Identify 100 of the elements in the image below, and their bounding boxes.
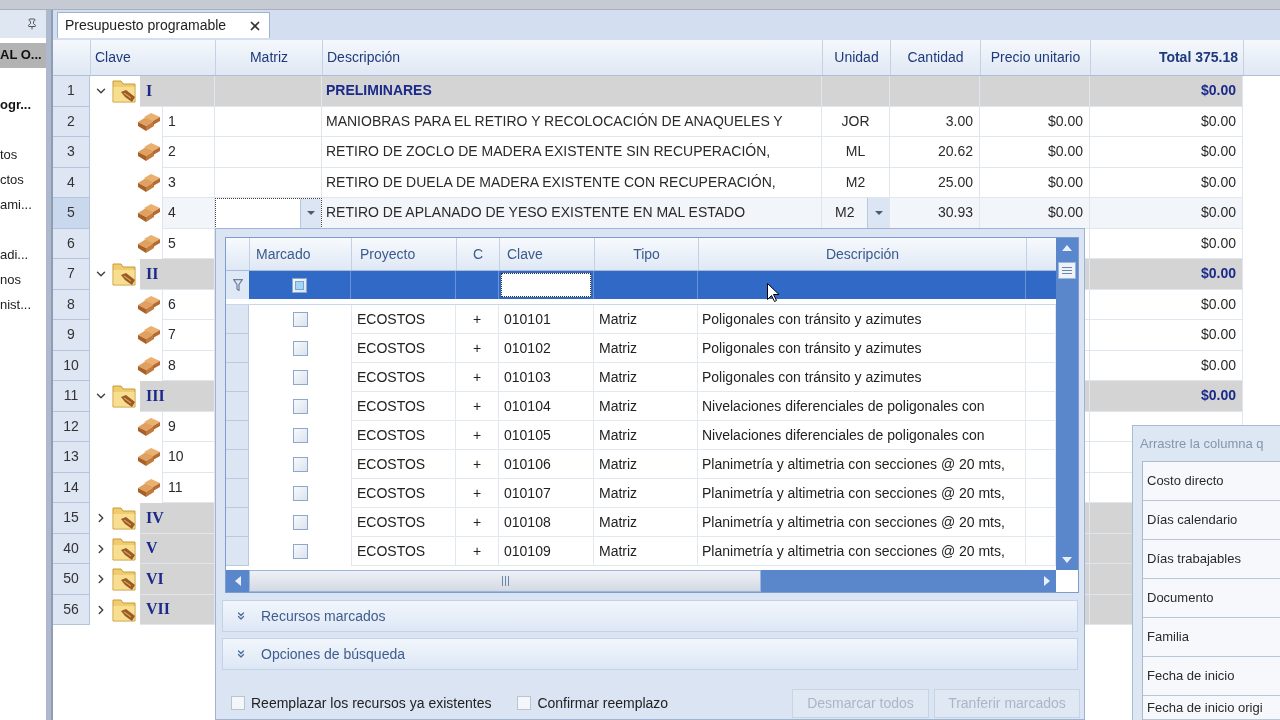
indeterminate-square-icon bbox=[295, 280, 304, 290]
row-number: 8 bbox=[53, 289, 90, 320]
row-header[interactable] bbox=[226, 392, 249, 421]
collapsible-section[interactable]: Opciones de búsqueda bbox=[222, 638, 1078, 670]
row-header[interactable] bbox=[226, 363, 249, 392]
sidebar-item[interactable]: nist... bbox=[0, 292, 46, 318]
table-cell: $0.00 bbox=[980, 198, 1090, 229]
dropdown-button[interactable] bbox=[300, 199, 321, 228]
matriz-editor[interactable] bbox=[215, 198, 322, 229]
folder-icon bbox=[112, 567, 136, 592]
sidebar-item[interactable]: adi... bbox=[0, 242, 46, 268]
checkbox[interactable] bbox=[292, 515, 308, 530]
pin-icon[interactable] bbox=[26, 18, 38, 30]
table-cell: Matriz bbox=[594, 305, 698, 334]
bricks-icon bbox=[138, 478, 160, 497]
table-cell: Matriz bbox=[594, 508, 698, 537]
table-cell: ECOSTOS bbox=[351, 305, 456, 334]
table-cell: $0.00 bbox=[1090, 381, 1243, 412]
column-header[interactable]: Clave bbox=[499, 238, 594, 270]
table-cell: 20.62 bbox=[890, 137, 980, 168]
checkbox[interactable] bbox=[292, 341, 308, 356]
table-cell: $0.00 bbox=[1090, 106, 1243, 137]
table-cell: $0.00 bbox=[1090, 76, 1243, 107]
column-header[interactable]: Unidad bbox=[822, 40, 890, 75]
row-header[interactable] bbox=[226, 479, 249, 508]
table-cell: Matriz bbox=[594, 421, 698, 450]
checkbox[interactable] bbox=[292, 457, 308, 472]
table-cell: + bbox=[456, 392, 499, 421]
scrollbar-thumb[interactable] bbox=[1058, 262, 1076, 279]
column-header[interactable]: Tipo bbox=[594, 238, 698, 270]
column-item[interactable]: Costo directo bbox=[1143, 462, 1280, 501]
checkbox[interactable] bbox=[292, 544, 308, 559]
document-tab[interactable]: Presupuesto programable bbox=[57, 12, 270, 38]
row-number: 10 bbox=[53, 350, 90, 381]
checkbox[interactable] bbox=[292, 399, 308, 414]
column-header[interactable]: Matriz bbox=[215, 40, 322, 75]
column-item[interactable]: Documento bbox=[1143, 579, 1280, 618]
checkbox[interactable] bbox=[292, 486, 308, 501]
table-cell: Matriz bbox=[594, 334, 698, 363]
collapsible-section[interactable]: Recursos marcados bbox=[222, 600, 1078, 632]
row-header[interactable] bbox=[226, 421, 249, 450]
folder-icon bbox=[112, 384, 136, 409]
column-header[interactable]: Total 375.18 bbox=[1090, 40, 1243, 75]
column-header[interactable]: Marcado bbox=[249, 238, 351, 270]
table-cell: $0.00 bbox=[1090, 289, 1243, 320]
bricks-icon bbox=[138, 356, 160, 375]
row-header[interactable] bbox=[226, 305, 249, 334]
column-header[interactable]: Cantidad bbox=[890, 40, 980, 75]
vertical-scrollbar[interactable] bbox=[1056, 238, 1078, 570]
column-header[interactable]: Precio unitario bbox=[980, 40, 1090, 75]
sidebar-item[interactable]: ami... bbox=[0, 192, 46, 218]
cursor-icon bbox=[767, 283, 779, 302]
row-header[interactable] bbox=[226, 334, 249, 363]
scrollbar-thumb[interactable] bbox=[249, 570, 761, 592]
table-cell: + bbox=[456, 537, 499, 566]
column-header[interactable]: Proyecto bbox=[351, 238, 456, 270]
horizontal-scrollbar[interactable] bbox=[226, 570, 1056, 592]
column-header[interactable]: Descripción bbox=[698, 238, 1026, 270]
unit-dropdown[interactable]: M2 bbox=[822, 198, 890, 229]
column-header[interactable]: Clave bbox=[90, 40, 215, 75]
table-cell: 7 bbox=[162, 320, 215, 351]
dropdown-button[interactable] bbox=[867, 198, 889, 228]
row-header[interactable] bbox=[226, 537, 249, 566]
table-cell: ECOSTOS bbox=[351, 479, 456, 508]
checkbox[interactable] bbox=[292, 277, 307, 293]
column-item[interactable]: Días calendario bbox=[1143, 501, 1280, 540]
table-cell: PRELIMINARES bbox=[322, 76, 822, 107]
column-item[interactable]: Días trabajables bbox=[1143, 540, 1280, 579]
group-code: VII bbox=[140, 594, 215, 625]
column-item[interactable]: Fecha de inicio origi bbox=[1143, 696, 1280, 720]
checkbox[interactable] bbox=[292, 370, 308, 385]
table-cell: + bbox=[456, 479, 499, 508]
filter-row[interactable] bbox=[226, 271, 1056, 299]
table-cell: ECOSTOS bbox=[351, 508, 456, 537]
table-cell: JOR bbox=[822, 106, 890, 137]
sidebar-item[interactable]: tos bbox=[0, 142, 46, 168]
table-cell: RETIRO DE ZOCLO DE MADERA EXISTENTE SIN RECUPERACIÓN, bbox=[322, 137, 822, 168]
table-cell: 010109 bbox=[499, 537, 594, 566]
column-header[interactable]: Descripción bbox=[322, 40, 822, 75]
row-header[interactable] bbox=[226, 508, 249, 537]
column-header[interactable]: C bbox=[456, 238, 499, 270]
sidebar-section[interactable]: AL O... bbox=[0, 42, 46, 68]
filter-icon[interactable] bbox=[232, 279, 243, 291]
checkbox[interactable] bbox=[231, 696, 245, 710]
triangle-left-icon bbox=[234, 576, 241, 586]
table-cell: 010105 bbox=[499, 421, 594, 450]
sidebar-item[interactable]: nos bbox=[0, 267, 46, 293]
table-cell: Planimetría y altimetria con secciones @ 20 mts, bbox=[698, 508, 1026, 537]
table-cell: $0.00 bbox=[1090, 137, 1243, 168]
column-item[interactable]: Fecha de inicio bbox=[1143, 657, 1280, 696]
table-cell: ECOSTOS bbox=[351, 363, 456, 392]
checkbox[interactable] bbox=[292, 312, 308, 327]
filter-input[interactable] bbox=[501, 273, 591, 297]
checkbox[interactable] bbox=[292, 428, 308, 443]
folder-icon bbox=[112, 536, 136, 561]
row-header[interactable] bbox=[226, 450, 249, 479]
sidebar-item[interactable]: ctos bbox=[0, 167, 46, 193]
checkbox[interactable] bbox=[517, 696, 532, 710]
table-cell: 25.00 bbox=[890, 167, 980, 198]
column-item[interactable]: Familia bbox=[1143, 618, 1280, 657]
